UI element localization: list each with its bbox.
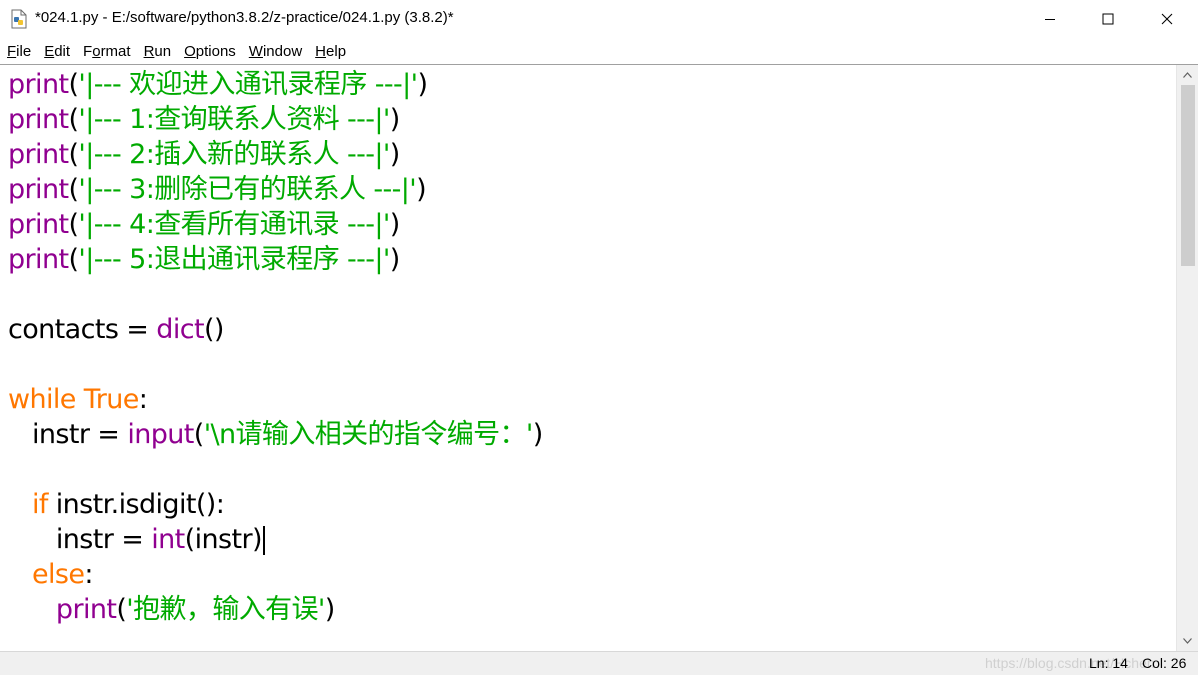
python-file-icon <box>10 9 28 29</box>
maximize-icon <box>1102 13 1114 25</box>
code-line-13: if instr.isdigit(): <box>31 489 225 520</box>
menu-options[interactable]: Options <box>184 43 236 60</box>
code-line-4: print('|--- 3:删除已有的联系人 ---|') <box>8 174 427 205</box>
status-bar: https://blog.csdn.net/Hchen Ln: 14 Col: … <box>0 651 1198 675</box>
menu-file[interactable]: File <box>7 43 31 60</box>
code-line-1: print('|--- 欢迎进入通讯录程序 ---|') <box>8 69 428 100</box>
code-line-6: print('|--- 5:退出通讯录程序 ---|') <box>8 244 400 275</box>
text-cursor <box>262 526 265 555</box>
chevron-down-icon <box>1183 637 1192 644</box>
close-icon <box>1161 13 1173 25</box>
menu-format[interactable]: Format <box>83 43 131 60</box>
menu-help[interactable]: Help <box>315 43 346 60</box>
chevron-up-icon <box>1183 71 1192 78</box>
line-number: Ln: 14 <box>1089 655 1128 671</box>
code-editor[interactable]: print('|--- 欢迎进入通讯录程序 ---|') print('|---… <box>1 65 1176 650</box>
menu-window[interactable]: Window <box>249 43 302 60</box>
column-number: Col: 26 <box>1142 655 1187 671</box>
code-line-10: while True: <box>8 384 148 415</box>
maximize-button[interactable] <box>1079 0 1137 38</box>
close-button[interactable] <box>1138 0 1196 38</box>
code-line-11: instr = input('\n请输入相关的指令编号：') <box>8 419 543 450</box>
window-title: *024.1.py - E:/software/python3.8.2/z-pr… <box>35 9 454 26</box>
code-line-3: print('|--- 2:插入新的联系人 ---|') <box>8 139 400 170</box>
menu-run[interactable]: Run <box>144 43 172 60</box>
scroll-up-button[interactable] <box>1177 66 1198 83</box>
code-line-2: print('|--- 1:查询联系人资料 ---|') <box>8 104 400 135</box>
minimize-icon <box>1045 19 1055 20</box>
code-line-5: print('|--- 4:查看所有通讯录 ---|') <box>8 209 400 240</box>
scroll-down-button[interactable] <box>1177 632 1198 649</box>
watermark-text: https://blog.csdn.net/Hchen <box>985 655 1155 671</box>
code-line-14: instr = int(instr) <box>8 522 265 557</box>
code-line-8: contacts = dict() <box>8 314 224 345</box>
title-bar: *024.1.py - E:/software/python3.8.2/z-pr… <box>0 0 1198 38</box>
vertical-scrollbar[interactable] <box>1176 65 1198 651</box>
scrollbar-thumb[interactable] <box>1181 85 1195 266</box>
menu-bar: File Edit Format Run Options Window Help <box>0 38 1198 64</box>
menu-edit[interactable]: Edit <box>44 43 70 60</box>
code-line-16: print('抱歉，输入有误') <box>55 594 335 625</box>
code-line-15: else: <box>31 559 93 590</box>
minimize-button[interactable] <box>1021 0 1079 38</box>
